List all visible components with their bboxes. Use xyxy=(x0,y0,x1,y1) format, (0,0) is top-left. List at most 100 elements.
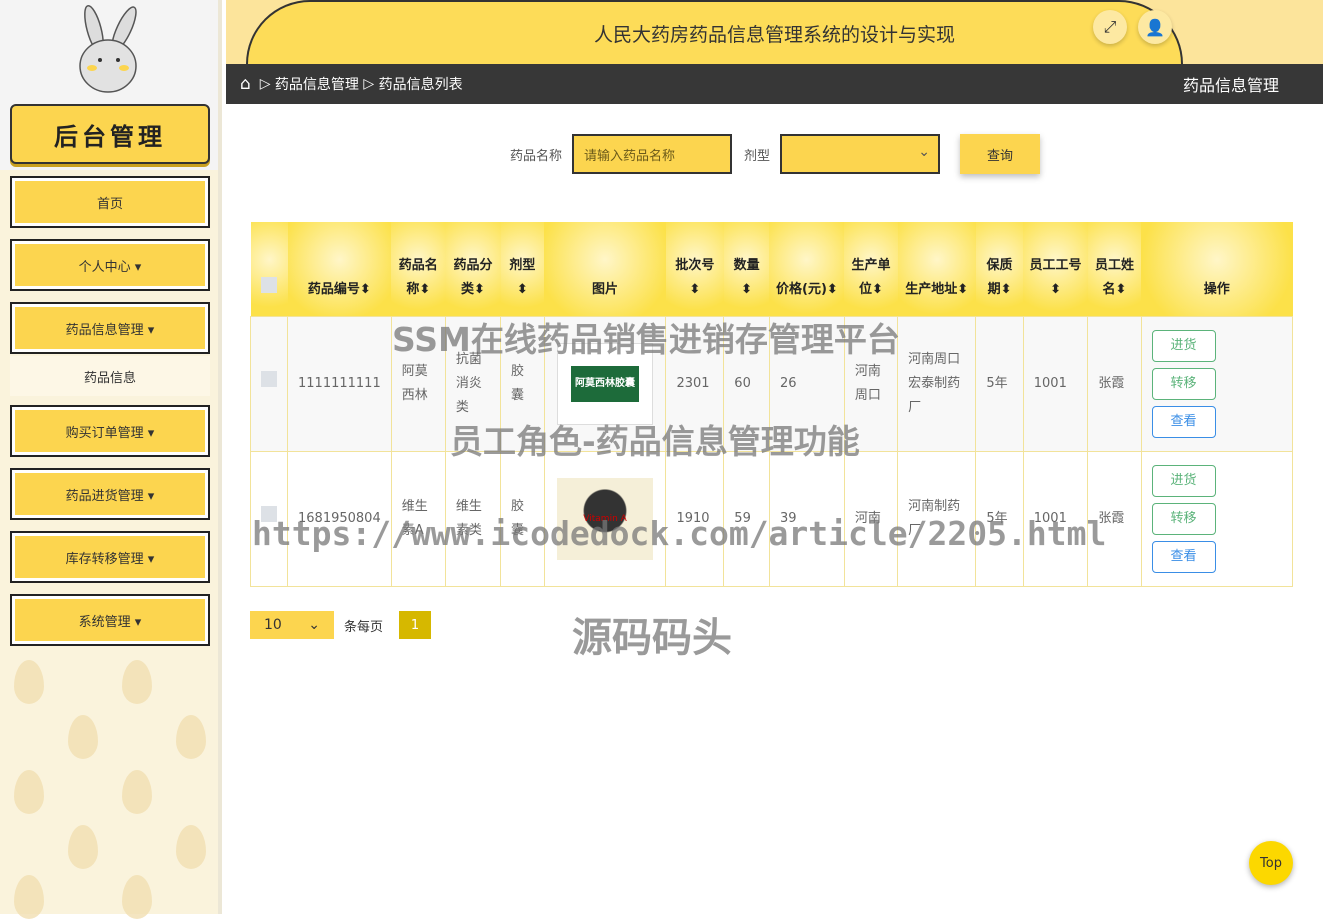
drug-image: 阿莫西林胶囊 xyxy=(557,342,654,425)
cell-form: 胶囊 xyxy=(500,450,545,587)
sidebar-item-label: 首页 xyxy=(15,181,205,223)
column-header[interactable]: 药品编号⬍ xyxy=(287,222,392,316)
page-1-button[interactable]: 1 xyxy=(399,611,432,639)
column-header[interactable]: 药品名称⬍ xyxy=(391,222,446,316)
rabbit-mascot-icon xyxy=(79,4,137,93)
column-header[interactable]: 员工姓名⬍ xyxy=(1087,222,1142,316)
header: 人民大药房药品信息管理系统的设计与实现 ⤢ 👤 xyxy=(226,0,1323,64)
breadcrumb: ⌂ ▷ 药品信息管理 ▷ 药品信息列表 药品信息管理 xyxy=(226,64,1323,104)
sidebar-menu: 首页 个人中心 ▾ 药品信息管理 ▾ 药品信息 购买订单管理 ▾ 药品进货管理 … xyxy=(10,176,210,657)
name-search-input[interactable]: 请输入药品名称 xyxy=(572,134,733,174)
cell-name: 阿莫西林 xyxy=(390,315,446,452)
sort-icon[interactable]: ⬍ xyxy=(872,282,883,297)
user-icon[interactable]: 👤 xyxy=(1138,10,1172,44)
breadcrumb-item[interactable]: 药品信息管理 xyxy=(275,74,359,94)
row-checkbox[interactable] xyxy=(261,371,277,387)
type-select[interactable] xyxy=(780,134,941,174)
cell-price: 26 xyxy=(768,315,845,452)
home-icon[interactable]: ⌂ xyxy=(240,74,251,94)
sort-icon[interactable]: ⬍ xyxy=(360,282,371,297)
cell-emp_name: 张霞 xyxy=(1087,450,1142,587)
column-header-label: 批次号 xyxy=(675,257,715,273)
select-all-checkbox[interactable] xyxy=(250,222,288,316)
actions-cell: 进货 转移 查看 xyxy=(1140,450,1294,587)
column-header[interactable]: 批次号 ⬍ xyxy=(665,222,724,316)
cell-img: 阿莫西林胶囊 xyxy=(543,315,667,452)
cell-id: 1681950804 xyxy=(287,450,392,587)
column-header[interactable]: 生产单位⬍ xyxy=(844,222,898,316)
sort-icon[interactable]: ⬍ xyxy=(741,282,752,297)
cell-cat: 抗菌消炎类 xyxy=(444,315,502,452)
purchase-button[interactable]: 进货 xyxy=(1151,329,1216,362)
column-header[interactable]: 员工工号 ⬍ xyxy=(1023,222,1088,316)
sidebar-item-drug-info[interactable]: 药品信息管理 ▾ xyxy=(10,302,210,354)
column-header[interactable]: 生产地址⬍ xyxy=(897,222,976,316)
column-header-label: 药品编号 xyxy=(307,281,360,297)
cell-addr: 河南周口宏泰制药厂 xyxy=(897,315,977,452)
cell-unit: 河南 xyxy=(843,450,899,587)
drug-image-label: 阿莫西林胶囊 xyxy=(571,365,640,402)
sidebar-subitem-drug-info[interactable]: 药品信息 xyxy=(10,356,210,396)
page-size-value: 10 xyxy=(264,617,282,633)
sort-icon[interactable]: ⬍ xyxy=(419,282,430,297)
table-row: 1681950804 维生素A 维生素类 胶囊 Vitamin A 1910 59 39 河南河… xyxy=(250,450,1294,587)
watermark: 源码码头 xyxy=(572,615,732,661)
view-button[interactable]: 查看 xyxy=(1151,405,1216,438)
cell-addr: 河南制药厂 xyxy=(897,450,977,587)
sidebar-item-system[interactable]: 系统管理 ▾ xyxy=(10,594,210,646)
sidebar-item-label: 系统管理 ▾ xyxy=(15,599,205,641)
cell-unit: 河南周口 xyxy=(843,315,899,452)
sort-icon[interactable]: ⬍ xyxy=(957,282,968,297)
column-header-label: 生产地址 xyxy=(905,281,958,297)
purchase-button[interactable]: 进货 xyxy=(1151,464,1216,497)
breadcrumb-current: 药品信息管理 xyxy=(1182,76,1279,95)
sidebar-item-label: 个人中心 ▾ xyxy=(15,244,205,286)
sidebar-logo: 后台管理 xyxy=(10,104,210,164)
sidebar-item-transfer[interactable]: 库存转移管理 ▾ xyxy=(10,531,210,583)
drug-image-label: Vitamin A xyxy=(583,513,627,524)
row-checkbox[interactable] xyxy=(261,506,277,522)
column-header-label: 员工工号 xyxy=(1029,257,1082,273)
drug-table: 药品编号⬍ 药品名称⬍ 药品分类⬍ 剂型⬍ 图片 批次号⬍ 数量⬍ 价格(元)⬍ 生产单位⬍ 生产… xyxy=(250,222,1294,587)
sort-icon[interactable]: ⬍ xyxy=(827,282,838,297)
query-button[interactable]: 查询 xyxy=(960,134,1041,174)
sidebar-item-home[interactable]: 首页 xyxy=(10,176,210,228)
column-header[interactable]: 剂型 ⬍ xyxy=(500,222,545,316)
table-row: 1111111111 阿莫西林 抗菌消炎类 胶囊 阿莫西林胶囊 2301 60 26 河南周口河… xyxy=(250,315,1294,452)
sort-icon[interactable]: ⬍ xyxy=(689,282,700,297)
cell-shelf: 5年 xyxy=(975,315,1024,452)
search-bar: 药品名称 请输入药品名称 剂型 查询 xyxy=(510,134,1041,174)
column-header[interactable]: 保质期⬍ xyxy=(975,222,1024,316)
sidebar-item-orders[interactable]: 购买订单管理 ▾ xyxy=(10,405,210,457)
sidebar-item-label: 库存转移管理 ▾ xyxy=(15,536,205,578)
column-header[interactable]: 数量 ⬍ xyxy=(723,222,770,316)
back-to-top-button[interactable]: Top xyxy=(1249,841,1293,885)
sort-icon[interactable]: ⬍ xyxy=(1050,282,1061,297)
cell-emp_no: 1001 xyxy=(1022,450,1089,587)
column-header-label: 药品分类 xyxy=(453,257,493,297)
sort-icon[interactable]: ⬍ xyxy=(1116,282,1127,297)
sidebar-item-profile[interactable]: 个人中心 ▾ xyxy=(10,239,210,291)
transfer-button[interactable]: 转移 xyxy=(1151,367,1216,400)
column-header: 图片 xyxy=(544,222,666,316)
name-label: 药品名称 xyxy=(510,148,563,164)
column-header[interactable]: 价格(元)⬍ xyxy=(769,222,845,316)
sort-icon[interactable]: ⬍ xyxy=(517,282,528,297)
column-header-label: 图片 xyxy=(592,281,619,297)
cell-form: 胶囊 xyxy=(500,315,545,452)
column-header-label: 数量 xyxy=(733,257,760,273)
sort-icon[interactable]: ⬍ xyxy=(474,282,485,297)
column-header-label: 价格(元) xyxy=(776,281,827,297)
per-page-label: 条每页 xyxy=(344,619,384,635)
page-size-select[interactable]: 10 ⌄ xyxy=(250,611,334,639)
cell-emp_name: 张霞 xyxy=(1087,315,1142,452)
column-header[interactable]: 药品分类⬍ xyxy=(445,222,501,316)
sidebar-item-purchase[interactable]: 药品进货管理 ▾ xyxy=(10,468,210,520)
sort-icon[interactable]: ⬍ xyxy=(1001,282,1012,297)
column-header-label: 剂型 xyxy=(509,257,536,273)
fullscreen-icon[interactable]: ⤢ xyxy=(1093,10,1127,44)
view-button[interactable]: 查看 xyxy=(1151,540,1216,573)
breadcrumb-separator: ▷ xyxy=(250,76,275,92)
transfer-button[interactable]: 转移 xyxy=(1151,502,1216,535)
sidebar-header: 后台管理 xyxy=(0,0,218,170)
